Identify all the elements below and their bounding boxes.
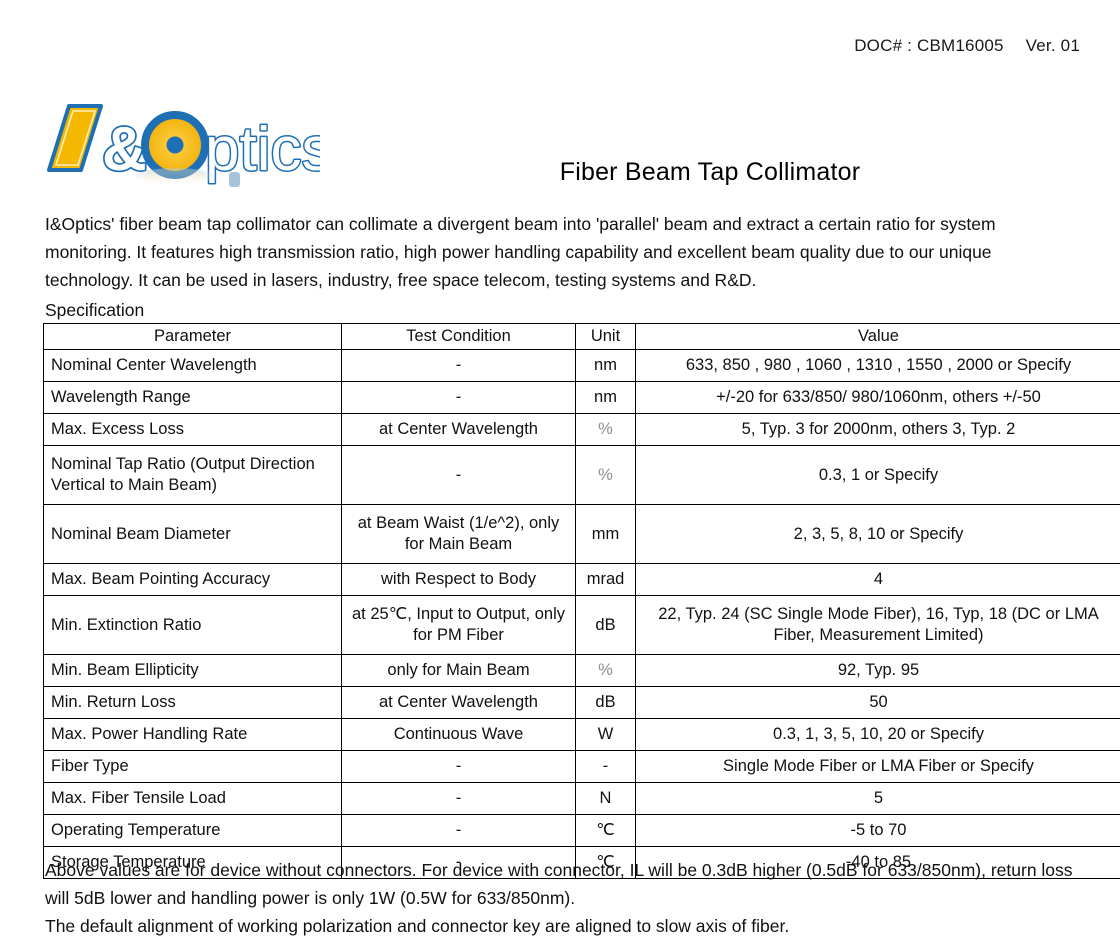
cell-value: 22, Typ. 24 (SC Single Mode Fiber), 16, … <box>635 595 1120 655</box>
table-header: Parameter Test Condition Unit Value <box>43 323 1120 350</box>
cell-test-condition: - <box>341 445 576 505</box>
table-row: Operating Temperature - ℃ -5 to 70 <box>43 814 1120 847</box>
table-row: Nominal Beam Diameter at Beam Waist (1/e^… <box>43 504 1120 564</box>
cell-test-condition: Continuous Wave <box>341 718 576 751</box>
cell-parameter: Nominal Center Wavelength <box>43 349 342 382</box>
logo-letter-i-icon <box>47 104 103 172</box>
cell-parameter: Max. Excess Loss <box>43 413 342 446</box>
specification-table: Parameter Test Condition Unit Value Nomi… <box>43 323 1120 879</box>
cell-parameter: Min. Beam Ellipticity <box>43 654 342 687</box>
table-row: Max. Beam Pointing Accuracy with Respect … <box>43 563 1120 596</box>
footnote-line-1: Above values are for device without conn… <box>45 860 1073 908</box>
cell-value: 92, Typ. 95 <box>635 654 1120 687</box>
cell-unit: - <box>575 750 636 783</box>
cell-test-condition: at Center Wavelength <box>341 686 576 719</box>
cell-test-condition: - <box>341 782 576 815</box>
cell-unit: W <box>575 718 636 751</box>
company-logo: & ptics <box>45 98 320 198</box>
cell-parameter: Max. Beam Pointing Accuracy <box>43 563 342 596</box>
cell-test-condition: - <box>341 381 576 414</box>
cell-parameter: Max. Power Handling Rate <box>43 718 342 751</box>
cell-parameter: Operating Temperature <box>43 814 342 847</box>
table-row: Min. Beam Ellipticity only for Main Beam%… <box>43 654 1120 687</box>
cell-unit: % <box>575 413 636 446</box>
table-header-row: Parameter Test Condition Unit Value <box>43 323 1120 350</box>
cell-parameter: Fiber Type <box>43 750 342 783</box>
cell-unit: N <box>575 782 636 815</box>
cell-parameter: Min. Return Loss <box>43 686 342 719</box>
table-row: Wavelength Range - nm +/-20 for 633/850/ 98… <box>43 381 1120 414</box>
cell-unit: dB <box>575 686 636 719</box>
cell-unit: nm <box>575 349 636 382</box>
cell-parameter: Max. Fiber Tensile Load <box>43 782 342 815</box>
cell-test-condition: at Center Wavelength <box>341 413 576 446</box>
table-row: Nominal Center Wavelength - nm 633, 850 , 9… <box>43 349 1120 382</box>
document-header: DOC# : CBM16005 Ver. 01 <box>854 36 1080 56</box>
footnotes: Above values are for device without conn… <box>45 856 1075 940</box>
specification-label: Specification <box>45 300 145 320</box>
table-row: Fiber Type - - Single Mode Fiber or LMA Fib… <box>43 750 1120 783</box>
cell-unit: ℃ <box>575 814 636 847</box>
table-row: Min. Return Loss at Center Wavelength dB 50 <box>43 686 1120 719</box>
intro-paragraph: I&Optics' fiber beam tap collimator can … <box>45 214 996 290</box>
cell-test-condition: at 25℃, Input to Output, only for PM Fib… <box>341 595 576 655</box>
cell-value: Single Mode Fiber or LMA Fiber or Specif… <box>635 750 1120 783</box>
cell-value: 50 <box>635 686 1120 719</box>
table-row: Max. Fiber Tensile Load - N 5 <box>43 782 1120 815</box>
cell-value: 0.3, 1, 3, 5, 10, 20 or Specify <box>635 718 1120 751</box>
cell-value: -5 to 70 <box>635 814 1120 847</box>
cell-unit: % <box>575 445 636 505</box>
cell-test-condition: at Beam Waist (1/e^2), only for Main Bea… <box>341 504 576 564</box>
cell-value: 2, 3, 5, 8, 10 or Specify <box>635 504 1120 564</box>
logo-wordmark-ptics: ptics <box>204 114 321 186</box>
table-row: Min. Extinction Ratio at 25℃, Input to Ou… <box>43 595 1120 655</box>
cell-parameter: Wavelength Range <box>43 381 342 414</box>
column-header-parameter: Parameter <box>43 323 342 350</box>
page-title: Fiber Beam Tap Collimator <box>559 158 861 186</box>
table-row: Max. Power Handling Rate Continuous Wave W… <box>43 718 1120 751</box>
footnote-line-2: The default alignment of working polariz… <box>45 916 790 936</box>
cell-unit: nm <box>575 381 636 414</box>
cell-test-condition: only for Main Beam <box>341 654 576 687</box>
logo-letter-o-icon <box>141 111 209 179</box>
column-header-test-condition: Test Condition <box>341 323 576 350</box>
cell-parameter: Nominal Tap Ratio (Output Direction Vert… <box>43 445 342 505</box>
table-body: Nominal Center Wavelength - nm 633, 850 , 9… <box>43 349 1120 879</box>
doc-version: Ver. 01 <box>1025 36 1080 55</box>
cell-value: 5 <box>635 782 1120 815</box>
table-row: Nominal Tap Ratio (Output Direction Vert… <box>43 445 1120 505</box>
cell-value: 0.3, 1 or Specify <box>635 445 1120 505</box>
cell-value: 633, 850 , 980 , 1060 , 1310 , 1550 , 20… <box>635 349 1120 382</box>
cell-value: 5, Typ. 3 for 2000nm, others 3, Typ. 2 <box>635 413 1120 446</box>
cell-test-condition: - <box>341 814 576 847</box>
logo-svg: & ptics <box>47 104 321 188</box>
doc-number: DOC# : CBM16005 <box>854 36 1004 55</box>
cell-parameter: Nominal Beam Diameter <box>43 504 342 564</box>
cell-unit: dB <box>575 595 636 655</box>
cell-parameter: Min. Extinction Ratio <box>43 595 342 655</box>
cell-unit: mrad <box>575 563 636 596</box>
cell-test-condition: - <box>341 349 576 382</box>
cell-value: +/-20 for 633/850/ 980/1060nm, others +/… <box>635 381 1120 414</box>
cell-unit: % <box>575 654 636 687</box>
column-header-value: Value <box>635 323 1120 350</box>
table-row: Max. Excess Loss at Center Wavelength% 5, … <box>43 413 1120 446</box>
cell-test-condition: - <box>341 750 576 783</box>
column-header-unit: Unit <box>575 323 636 350</box>
svg-text:ptics: ptics <box>205 115 320 184</box>
cell-value: 4 <box>635 563 1120 596</box>
cell-test-condition: with Respect to Body <box>341 563 576 596</box>
cell-unit: mm <box>575 504 636 564</box>
